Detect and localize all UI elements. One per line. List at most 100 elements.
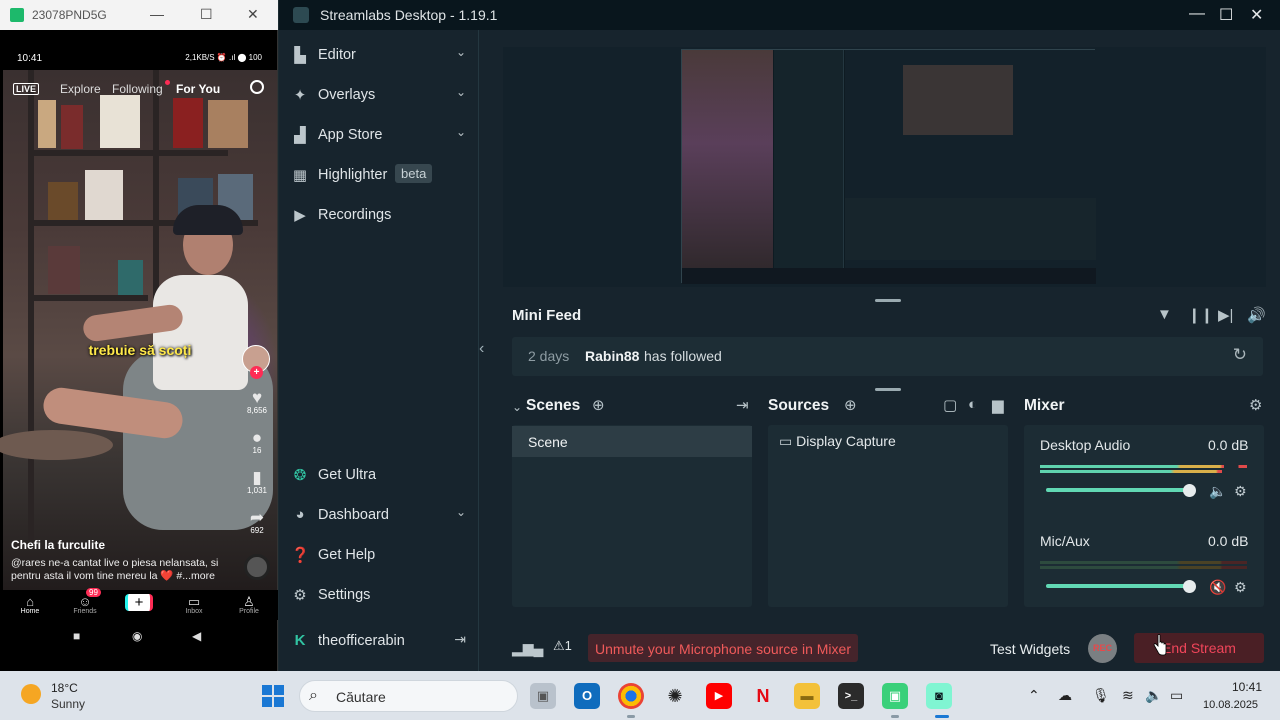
source-audio-icon[interactable]: ◐ [968, 396, 977, 413]
outlook-icon[interactable]: O [574, 683, 600, 709]
pause-icon[interactable]: ❙❙ [1188, 306, 1213, 324]
nav-friends[interactable]: ☺ Friends [65, 594, 105, 615]
windows-start-icon[interactable] [262, 685, 284, 707]
volume-icon[interactable]: 🔈 [1145, 687, 1162, 704]
sidebar-item-dashboard[interactable]: ◕ Dashboard ⌄ [291, 500, 466, 530]
feed-event[interactable]: 2 days Rabin88 has followed ↻ [512, 337, 1263, 376]
sidebar-item-recordings[interactable]: ▶ Recordings [291, 200, 466, 230]
recents-icon[interactable]: ■ [73, 629, 80, 643]
chevron-up-icon[interactable]: ⌃ [1028, 687, 1040, 704]
logout-icon[interactable]: ⇥ [454, 631, 466, 648]
resize-handle[interactable] [875, 388, 901, 391]
add-folder-icon[interactable]: ▆ [992, 396, 1004, 414]
tab-following[interactable]: Following [112, 82, 163, 96]
clock-date[interactable]: 10.08.2025 [1203, 699, 1258, 711]
source-display-icon[interactable]: ▢ [943, 396, 957, 414]
like-button[interactable]: ♥ 8,656 [240, 389, 274, 415]
minimize-icon[interactable]: — [1189, 5, 1205, 23]
comment-button[interactable]: ● 16 [240, 429, 274, 455]
scene-item[interactable]: Scene [512, 426, 752, 457]
terminal-icon[interactable]: >_ [838, 683, 864, 709]
volume-icon[interactable]: 🔊 [1247, 306, 1266, 324]
youtube-icon[interactable]: ▶ [706, 683, 732, 709]
sidebar-item-get-ultra[interactable]: ❂ Get Ultra [291, 460, 466, 490]
cloud-icon[interactable]: ☁ [1058, 687, 1072, 704]
gear-icon[interactable]: ⚙ [1234, 483, 1247, 500]
gear-icon[interactable]: ⚙ [1234, 579, 1247, 596]
sidebar-item-settings[interactable]: ⚙ Settings [291, 580, 466, 610]
video-description[interactable]: @rares ne-a cantat live o piesa nelansat… [11, 557, 236, 583]
music-disc-icon[interactable] [244, 554, 270, 580]
sidebar-item-overlays[interactable]: ✦ Overlays ⌄ [291, 80, 466, 110]
test-widgets-button[interactable]: Test Widgets [990, 641, 1070, 657]
skip-icon[interactable]: ▶| [1218, 306, 1233, 324]
chrome-icon[interactable] [618, 683, 644, 709]
resize-handle[interactable] [875, 299, 901, 302]
tiktok-video[interactable]: trebuie să scoți [0, 70, 277, 590]
maximize-icon[interactable]: ☐ [200, 6, 213, 23]
back-icon[interactable]: ◀ [192, 629, 201, 643]
battery-icon[interactable]: ▭ [1170, 687, 1183, 704]
speaker-muted-icon[interactable]: 🔇 [1209, 579, 1226, 596]
sidebar-item-app-store[interactable]: ▟ App Store ⌄ [291, 120, 466, 150]
close-icon[interactable]: ✕ [247, 6, 259, 23]
filter-icon[interactable]: ▼ [1157, 306, 1172, 323]
streamlabs-titlebar[interactable]: Streamlabs Desktop - 1.19.1 — ☐ ✕ [279, 0, 1280, 30]
taskbar-search[interactable]: ⌕ Căutare [299, 680, 518, 712]
add-scene-icon[interactable]: ⊕ [592, 396, 605, 414]
live-icon[interactable]: LIVE [13, 83, 40, 95]
file-explorer-icon[interactable]: ▬ [794, 683, 820, 709]
record-button[interactable]: REC [1088, 634, 1117, 663]
nav-home[interactable]: ⌂ Home [10, 594, 50, 615]
nav-inbox[interactable]: ▭ Inbox [174, 594, 214, 615]
volume-slider-knob[interactable] [1182, 580, 1196, 593]
weather-temp[interactable]: 18°C [51, 681, 78, 695]
phone-link-icon[interactable]: ▣ [882, 683, 908, 709]
wifi-icon[interactable]: ≋ [1122, 687, 1134, 704]
search-icon[interactable] [250, 80, 264, 94]
tiktok-top-nav: LIVE Explore Following For You [0, 80, 278, 100]
phone-window-titlebar[interactable]: 23078PND5G — ☐ ✕ [0, 0, 278, 30]
stream-preview[interactable] [681, 49, 1096, 284]
stats-bar-chart-icon[interactable]: ▂▆▄ [512, 640, 543, 657]
sidebar-item-user[interactable]: K theofficerabin ⇥ [291, 626, 466, 656]
sidebar-item-editor[interactable]: ▙ Editor ⌄ [291, 40, 466, 70]
scene-transitions-icon[interactable]: ⇥ [736, 396, 749, 414]
chevron-down-icon[interactable]: ⌄ [512, 400, 522, 414]
unmute-notification[interactable]: Unmute your Microphone source in Mixer [588, 634, 858, 662]
home-circle-icon[interactable]: ◉ [132, 629, 142, 643]
repeat-icon[interactable]: ↻ [1233, 345, 1247, 365]
add-source-icon[interactable]: ⊕ [844, 396, 857, 414]
source-item[interactable]: ▭ Display Capture [779, 433, 896, 450]
minimize-icon[interactable]: — [150, 6, 164, 22]
volume-slider[interactable] [1046, 584, 1189, 588]
clock-time[interactable]: 10:41 [1232, 680, 1262, 694]
alert-icon[interactable]: ⚠1 [553, 638, 572, 654]
task-view-icon[interactable]: ▣ [530, 683, 556, 709]
microphone-icon[interactable]: 🎙 [1092, 687, 1110, 704]
streamlabs-icon[interactable]: ◙ [926, 683, 952, 709]
chatgpt-icon[interactable]: ✺ [662, 683, 688, 709]
weather-desc[interactable]: Sunny [51, 697, 85, 711]
tab-for-you[interactable]: For You [176, 82, 220, 96]
netflix-icon[interactable]: N [750, 683, 776, 709]
sidebar-item-get-help[interactable]: ❓ Get Help [291, 540, 466, 570]
speaker-icon[interactable]: 🔈 [1209, 483, 1226, 500]
sun-icon[interactable] [21, 684, 41, 704]
create-plus-button[interactable]: + [125, 594, 153, 611]
sidebar-item-highlighter[interactable]: ▦ Highlighter beta [291, 160, 466, 190]
gear-icon[interactable]: ⚙ [1249, 396, 1262, 414]
collapse-panel-icon[interactable]: ‹ [479, 340, 484, 358]
volume-slider[interactable] [1046, 488, 1189, 492]
save-button[interactable]: ▮ 1,031 [240, 469, 274, 495]
follow-plus-icon[interactable]: + [250, 366, 263, 379]
close-icon[interactable]: ✕ [1250, 5, 1263, 25]
mixer-channel-db: 0.0 dB [1208, 437, 1249, 453]
video-title[interactable]: Chefi la furculite [11, 538, 105, 552]
nav-profile[interactable]: ♙ Profile [229, 594, 269, 615]
comment-count: 16 [252, 446, 262, 455]
volume-slider-knob[interactable] [1182, 484, 1196, 497]
maximize-icon[interactable]: ☐ [1219, 5, 1233, 25]
share-button[interactable]: ➦ 692 [240, 509, 274, 535]
tab-explore[interactable]: Explore [60, 82, 101, 96]
